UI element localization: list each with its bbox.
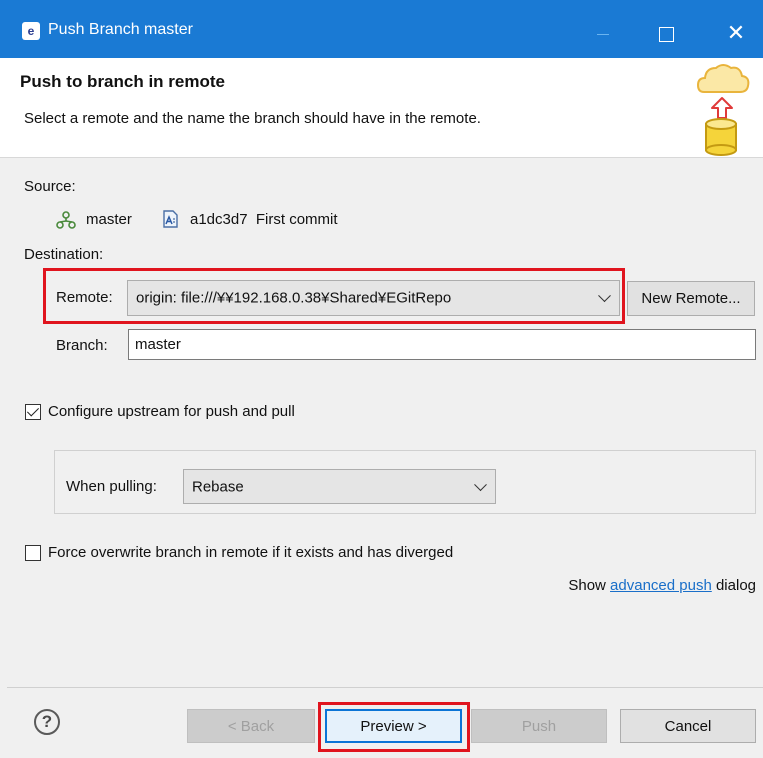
close-icon: ✕ <box>726 20 746 45</box>
force-overwrite-label[interactable]: Force overwrite branch in remote if it e… <box>48 544 453 561</box>
push-branch-dialog: e Push Branch master ✕ Push to branch in… <box>0 0 763 758</box>
advanced-suffix: dialog <box>711 577 756 594</box>
maximize-icon <box>658 26 674 42</box>
eclipse-app-icon: e <box>22 22 40 40</box>
chevron-down-icon <box>474 477 487 491</box>
close-button[interactable]: ✕ <box>713 13 759 53</box>
window-title: Push Branch master <box>48 21 193 38</box>
when-pulling-label: When pulling: <box>66 478 157 495</box>
help-icon[interactable]: ? <box>34 709 60 735</box>
advanced-push-line: Show advanced push dialog <box>568 577 756 594</box>
source-branch: master <box>86 211 132 228</box>
new-remote-button[interactable]: New Remote... <box>627 281 755 316</box>
banner-title: Push to branch in remote <box>20 72 225 91</box>
when-pulling-dropdown[interactable]: Rebase <box>183 469 496 504</box>
back-button[interactable]: < Back <box>187 709 315 743</box>
source-commit: a1dc3d7 First commit <box>190 211 338 228</box>
destination-label: Destination: <box>24 246 104 263</box>
configure-upstream-checkbox[interactable] <box>25 404 41 420</box>
minimize-button[interactable] <box>580 13 626 53</box>
configure-upstream-label[interactable]: Configure upstream for push and pull <box>48 403 295 420</box>
advanced-prefix: Show <box>568 577 611 594</box>
advanced-push-link[interactable]: advanced push <box>610 577 712 594</box>
remote-highlight-annotation <box>43 268 625 324</box>
commit-icon <box>163 210 178 228</box>
banner-description: Select a remote and the name the branch … <box>24 110 481 127</box>
branch-input[interactable] <box>128 329 756 360</box>
minimize-icon <box>597 33 609 35</box>
title-bar[interactable]: e Push Branch master ✕ <box>0 0 763 58</box>
cancel-button[interactable]: Cancel <box>620 709 756 743</box>
preview-highlight-annotation <box>318 702 470 752</box>
push-button[interactable]: Push <box>471 709 607 743</box>
cloud-database-push-icon <box>696 64 750 156</box>
footer-separator <box>7 687 763 688</box>
maximize-button[interactable] <box>643 13 689 53</box>
when-pulling-value: Rebase <box>192 478 244 495</box>
force-overwrite-checkbox[interactable] <box>25 545 41 561</box>
header-banner: Push to branch in remote Select a remote… <box>0 58 763 158</box>
branch-label: Branch: <box>56 337 108 354</box>
source-label: Source: <box>24 178 76 195</box>
branch-icon <box>56 211 76 229</box>
